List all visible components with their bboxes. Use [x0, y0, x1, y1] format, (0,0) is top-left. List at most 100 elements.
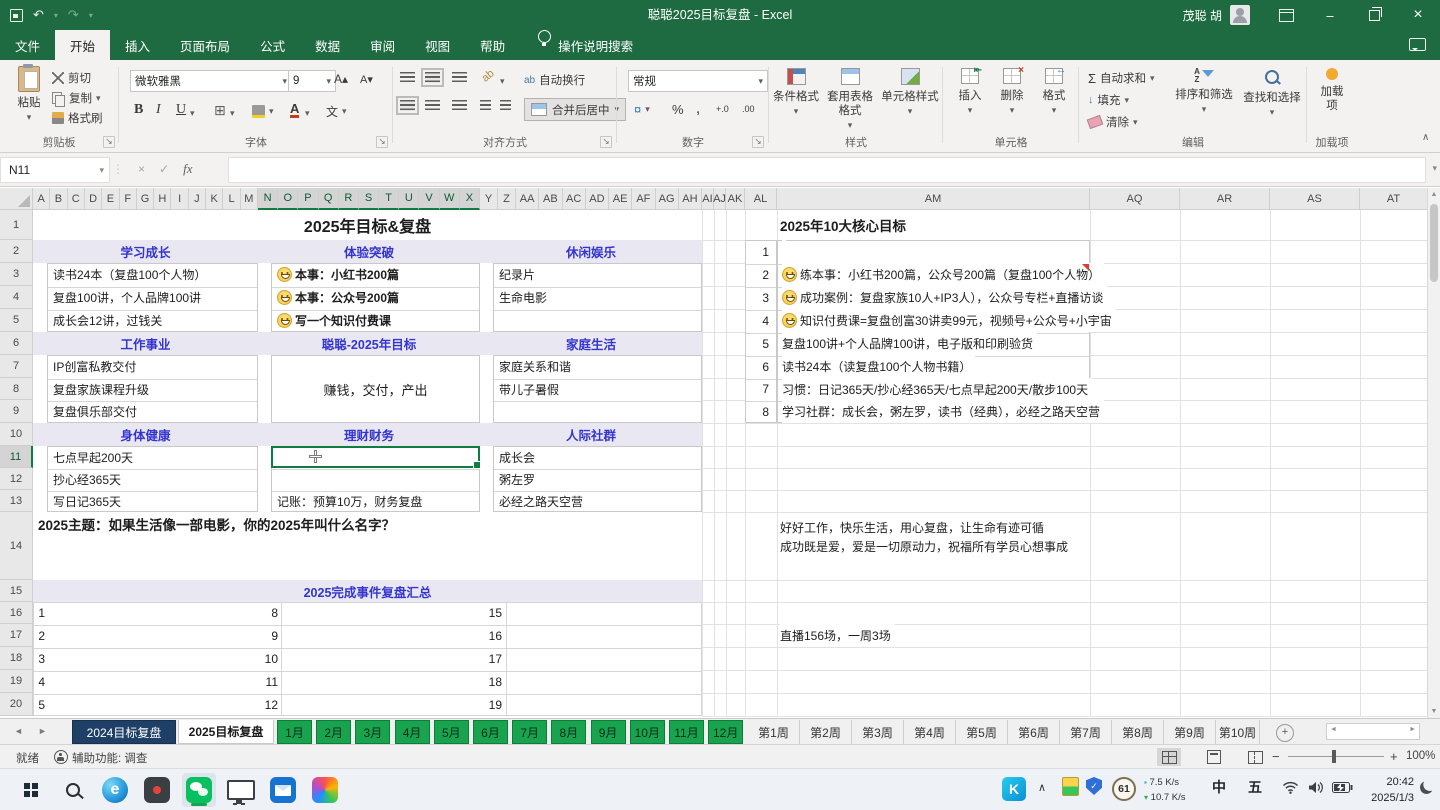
row-header-15[interactable]: 15 [0, 580, 33, 602]
font-dialog-launcher[interactable]: ↘ [376, 136, 388, 148]
paste-button[interactable]: 粘贴 ▾ [12, 66, 46, 124]
fill-color-button[interactable]: ▾ [252, 105, 274, 118]
cell-number[interactable]: 1 [33, 602, 45, 624]
column-header-B[interactable]: B [50, 188, 67, 210]
column-header-U[interactable]: U [399, 188, 419, 210]
italic-button[interactable]: I [156, 102, 161, 118]
network-speed-monitor[interactable]: ▪ 7.5 K/s ▾ 10.7 K/s [1144, 775, 1186, 805]
sheet-tab-week-7[interactable]: 第7周 [1060, 720, 1112, 744]
increase-indent-button[interactable] [500, 100, 511, 111]
borders-dropdown-icon[interactable]: ▾ [230, 108, 235, 119]
zoom-level[interactable]: 100% [1406, 750, 1435, 762]
row-header-10[interactable]: 10 [0, 423, 33, 446]
format-as-table-button[interactable]: 套用表格格式▾ [822, 68, 878, 132]
taskbar-recorder-button[interactable] [140, 773, 174, 807]
copy-button[interactable]: 复制▾ [52, 90, 101, 106]
format-painter-button[interactable]: 格式刷 [52, 110, 103, 126]
cell[interactable]: 成长会12讲，过钱关 [53, 309, 162, 332]
summary-header[interactable]: 2025完成事件复盘汇总 [33, 580, 702, 602]
phonetic-button[interactable]: 文▾ [326, 103, 347, 120]
cell[interactable]: IP创富私教交付 [53, 355, 136, 378]
cell-number[interactable]: 16 [480, 624, 502, 647]
tray-doc-button[interactable] [1062, 777, 1079, 796]
align-top-button[interactable] [400, 72, 415, 83]
cell-goal-number[interactable]: 6 [745, 355, 769, 378]
section-header-3[interactable]: 工作事业 [33, 332, 258, 355]
sort-filter-button[interactable]: AZ 排序和筛选▾ [1172, 68, 1236, 116]
row-header-4[interactable]: 4 [0, 286, 33, 309]
align-center-button[interactable] [425, 100, 440, 111]
cut-button[interactable]: 剪切 [52, 70, 91, 86]
row-header-6[interactable]: 6 [0, 332, 33, 355]
underline-dropdown-icon[interactable]: ▾ [190, 108, 195, 119]
tray-overflow-chevron[interactable]: ∧ [1038, 781, 1046, 794]
column-header-M[interactable]: M [241, 188, 258, 210]
percent-button[interactable]: % [672, 102, 684, 117]
cell-note[interactable]: 好好工作，快乐生活，用心复盘，让生命有迹可循 [780, 518, 1048, 537]
font-name-combobox[interactable]: 微软雅黑▾ [130, 70, 292, 92]
cell-goal-text[interactable]: 习惯：日记365天/抄心经365天/七点早起200天/散步100天 [782, 378, 1092, 400]
sheet-tab-month-4[interactable]: 4月 [395, 720, 430, 744]
cell[interactable]: 纪录片 [499, 263, 535, 286]
row-header-8[interactable]: 8 [0, 378, 33, 400]
column-header-P[interactable]: P [298, 188, 318, 210]
cell[interactable]: 记账：预算10万，财务复盘 [277, 490, 422, 512]
column-header-AK[interactable]: AK [726, 188, 745, 210]
cell-number[interactable]: 15 [480, 602, 502, 624]
cell-right-title[interactable]: 2025年10大核心目标 [780, 210, 906, 240]
taskbar-search-button[interactable] [56, 773, 90, 807]
insert-function-button[interactable]: fx [183, 161, 192, 177]
alignment-dialog-launcher[interactable]: ↘ [600, 136, 612, 148]
column-header-AC[interactable]: AC [563, 188, 586, 210]
row-header-20[interactable]: 20 [0, 693, 33, 716]
scroll-left-arrow[interactable]: ◄ [1330, 726, 1337, 733]
cell[interactable]: 家庭关系和谐 [499, 355, 571, 378]
column-header-A[interactable]: A [33, 188, 50, 210]
format-dropdown-icon[interactable]: ▾ [1052, 103, 1057, 117]
column-header-AS[interactable]: AS [1270, 188, 1360, 210]
row-header-17[interactable]: 17 [0, 624, 33, 647]
column-header-S[interactable]: S [359, 188, 379, 210]
sort-dropdown-icon[interactable]: ▾ [1202, 102, 1207, 116]
font-color-button[interactable]: A [290, 103, 299, 118]
sheet-tab-week-6[interactable]: 第6周 [1008, 720, 1060, 744]
sheet-tab-week-2[interactable]: 第2周 [800, 720, 852, 744]
battery-button[interactable] [1332, 782, 1353, 793]
column-header-AJ[interactable]: AJ [714, 188, 726, 210]
column-header-Z[interactable]: Z [498, 188, 516, 210]
zoom-slider-track[interactable] [1288, 756, 1384, 757]
sheet-tab-week-4[interactable]: 第4周 [904, 720, 956, 744]
section-header-1[interactable]: 体验突破 [258, 240, 480, 263]
column-header-F[interactable]: F [120, 188, 137, 210]
orientation-button[interactable]: ab [480, 67, 497, 84]
cell-goal-text[interactable] [782, 240, 786, 263]
cell-goal-text[interactable]: 知识付费课=复盘创富30讲卖99元，视频号+公众号+小宇宙 [782, 309, 1116, 332]
paste-dropdown-icon[interactable]: ▾ [27, 110, 32, 124]
sheet-tab-month-8[interactable]: 8月 [551, 720, 586, 744]
section-header-2[interactable]: 休闲娱乐 [480, 240, 702, 263]
tab-view[interactable]: 视图 [410, 30, 465, 60]
cell-number[interactable]: 2 [33, 624, 45, 647]
autosum-button[interactable]: Σ自动求和▾ [1088, 70, 1155, 86]
cell-number[interactable]: 8 [258, 602, 278, 624]
cell[interactable]: 复盘100讲，个人品牌100讲 [53, 286, 201, 309]
cell-goal-number[interactable]: 2 [745, 263, 769, 286]
select-all-corner[interactable] [0, 188, 33, 210]
cell[interactable]: 复盘家族课程升级 [53, 378, 149, 400]
conditional-formatting-button[interactable]: 条件格式▾ [770, 68, 822, 118]
number-dialog-launcher[interactable]: ↘ [752, 136, 764, 148]
sheet-tab-month-6[interactable]: 6月 [473, 720, 508, 744]
column-header-I[interactable]: I [171, 188, 188, 210]
ribbon-display-options-button[interactable] [1264, 0, 1308, 30]
copy-dropdown-icon[interactable]: ▾ [96, 93, 101, 104]
sheet-tab-week-3[interactable]: 第3周 [852, 720, 904, 744]
taskbar-display-button[interactable] [224, 773, 258, 807]
taskbar-edge-button[interactable]: e [98, 773, 132, 807]
cell[interactable]: 生命电影 [499, 286, 547, 309]
number-format-combobox[interactable]: 常规▾ [628, 70, 768, 92]
font-color-dropdown-icon[interactable]: ▾ [305, 108, 310, 119]
cell-goal-number[interactable]: 5 [745, 332, 769, 355]
section-header-8[interactable]: 人际社群 [480, 423, 702, 446]
cell-number[interactable]: 4 [33, 670, 45, 693]
column-header-E[interactable]: E [102, 188, 119, 210]
